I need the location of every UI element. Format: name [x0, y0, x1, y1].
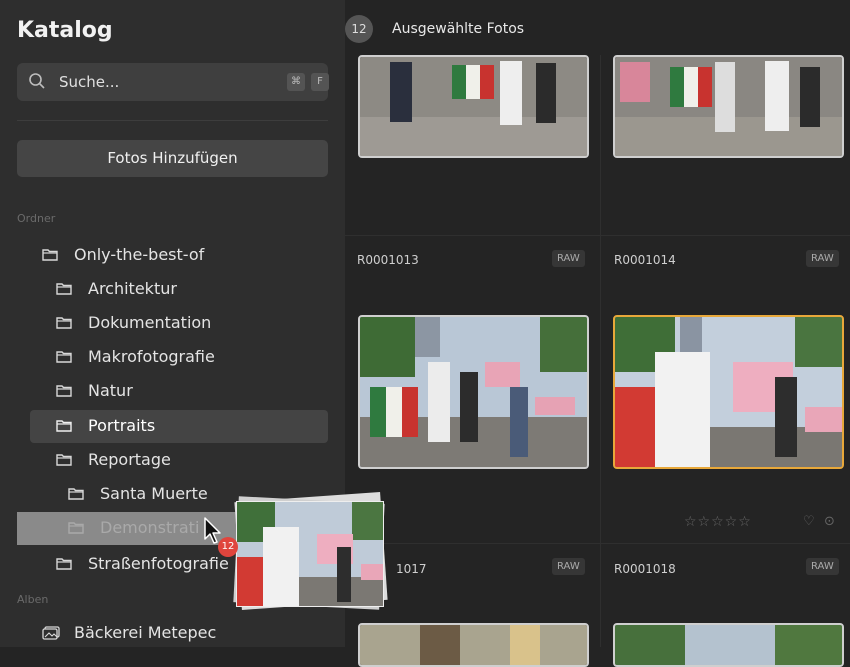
shortcut-f-key: F [311, 73, 329, 91]
photo-image [615, 625, 842, 665]
photo-image [360, 625, 587, 665]
photo-thumbnail[interactable] [358, 55, 589, 158]
photo-thumbnail[interactable] [358, 623, 589, 667]
folder-icon [56, 283, 72, 295]
search-input[interactable]: Suche... ⌘ F [17, 63, 329, 101]
selected-count-badge: 12 [345, 15, 373, 43]
divider [17, 120, 328, 121]
folder-label: Demonstrati [100, 518, 200, 537]
folder-label: Portraits [88, 416, 156, 435]
star-rating[interactable]: ☆☆☆☆☆ [684, 514, 752, 530]
photo-filename: R0001014 [614, 253, 676, 267]
folder-label: Architektur [88, 279, 177, 298]
folder-icon [56, 351, 72, 363]
photo-image [360, 57, 587, 156]
photo-thumbnail[interactable] [613, 55, 844, 158]
album-icon [42, 626, 60, 640]
folder-icon [56, 558, 72, 570]
folder-label: Natur [88, 381, 133, 400]
photo-filename: R0001018 [614, 562, 676, 576]
search-icon [29, 73, 45, 89]
grid-divider [600, 55, 601, 647]
photo-image [360, 317, 587, 467]
drag-preview-photo [236, 501, 384, 607]
folder-label: Straßenfotografie [88, 554, 229, 573]
photo-image [615, 57, 842, 156]
raw-badge: RAW [552, 558, 585, 575]
photo-filename: 1017 [396, 562, 427, 576]
folder-icon [56, 317, 72, 329]
album-label: Bäckerei Metepec [74, 623, 217, 642]
shortcut-cmd-key: ⌘ [287, 73, 305, 91]
folder-label: Only-the-best-of [74, 245, 205, 264]
photo-filename: R0001013 [357, 253, 419, 267]
folder-highlight [30, 410, 328, 443]
photo-thumbnail-selected[interactable] [613, 315, 844, 469]
folder-icon [56, 420, 72, 432]
pointer-cursor-icon [204, 517, 221, 544]
folder-icon [68, 488, 84, 500]
photo-image [615, 317, 842, 467]
selected-photos-label: Ausgewählte Fotos [392, 21, 525, 37]
search-placeholder: Suche... [59, 73, 120, 91]
heart-icon[interactable]: ♡ [803, 514, 815, 529]
grid-divider [345, 543, 850, 544]
photo-thumbnail[interactable] [613, 623, 844, 667]
raw-badge: RAW [806, 250, 839, 267]
more-icon[interactable]: ⊙ [824, 514, 835, 529]
photo-thumbnail[interactable] [358, 315, 589, 469]
photo-image [237, 502, 383, 606]
raw-badge: RAW [552, 250, 585, 267]
grid-divider [345, 235, 850, 236]
folder-label: Dokumentation [88, 313, 212, 332]
section-label-folders: Ordner [17, 212, 56, 225]
app-title: Katalog [17, 18, 113, 43]
raw-badge: RAW [806, 558, 839, 575]
folder-icon [56, 385, 72, 397]
folder-icon [56, 454, 72, 466]
section-label-albums: Alben [17, 593, 49, 606]
folder-label: Santa Muerte [100, 484, 208, 503]
folder-label: Makrofotografie [88, 347, 215, 366]
folder-label: Reportage [88, 450, 171, 469]
folder-icon [68, 522, 84, 534]
folder-icon [42, 249, 58, 261]
drag-preview-stack [233, 492, 388, 610]
add-photos-button[interactable]: Fotos Hinzufügen [17, 140, 328, 177]
